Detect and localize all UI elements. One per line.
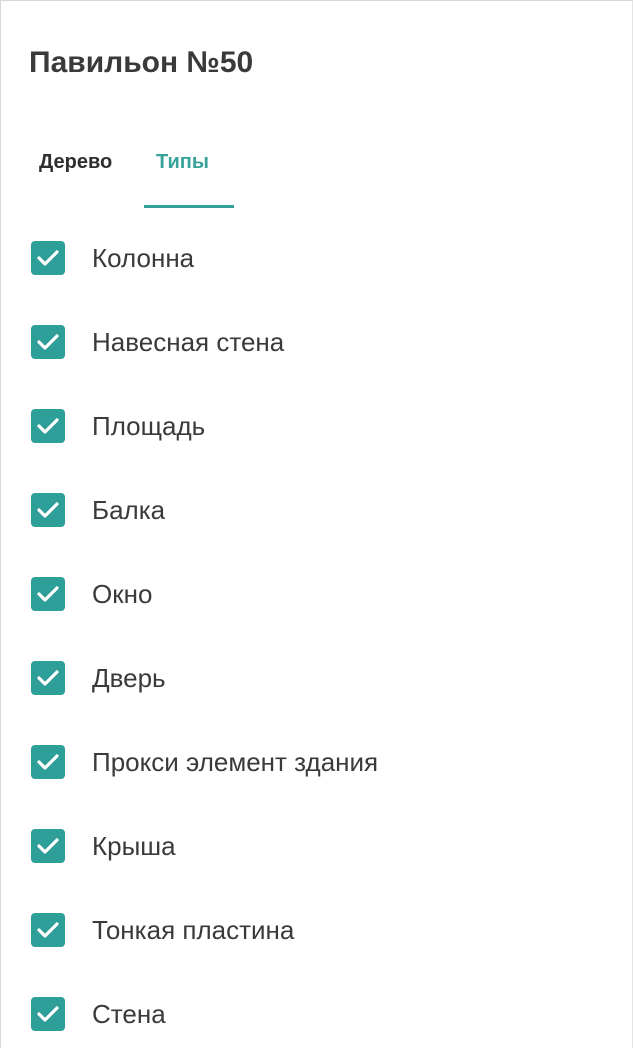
checkbox[interactable] xyxy=(31,493,65,527)
checkbox[interactable] xyxy=(31,577,65,611)
types-panel: Павильон №50 Дерево Типы Колонна Навесна… xyxy=(0,0,633,1048)
type-item-area[interactable]: Площадь xyxy=(31,385,591,469)
checkbox[interactable] xyxy=(31,829,65,863)
checkmark-icon xyxy=(37,1006,59,1022)
type-item-curtain-wall[interactable]: Навесная стена xyxy=(31,301,591,385)
type-item-roof[interactable]: Крыша xyxy=(31,805,591,889)
type-label: Колонна xyxy=(92,243,195,273)
checkmark-icon xyxy=(37,250,59,266)
type-item-wall[interactable]: Стена xyxy=(31,973,591,1057)
type-label: Окно xyxy=(92,579,153,609)
checkbox[interactable] xyxy=(31,325,65,359)
tab-tree[interactable]: Дерево xyxy=(39,144,112,180)
checkbox[interactable] xyxy=(31,241,65,275)
type-label: Прокси элемент здания xyxy=(92,747,379,777)
tab-types[interactable]: Типы xyxy=(156,144,209,180)
type-label: Тонкая пластина xyxy=(92,915,295,945)
type-item-building-element-proxy[interactable]: Прокси элемент здания xyxy=(31,721,591,805)
checkbox[interactable] xyxy=(31,913,65,947)
type-item-column[interactable]: Колонна xyxy=(31,217,591,301)
type-item-door[interactable]: Дверь xyxy=(31,637,591,721)
checkmark-icon xyxy=(37,838,59,854)
checkmark-icon xyxy=(37,418,59,434)
active-tab-indicator xyxy=(144,205,234,208)
type-label: Навесная стена xyxy=(92,327,285,357)
panel-title: Павильон №50 xyxy=(29,46,254,79)
type-label: Крыша xyxy=(92,831,176,861)
checkbox[interactable] xyxy=(31,997,65,1031)
checkbox[interactable] xyxy=(31,661,65,695)
type-label: Площадь xyxy=(92,411,206,441)
checkbox[interactable] xyxy=(31,745,65,779)
type-item-beam[interactable]: Балка xyxy=(31,469,591,553)
checkmark-icon xyxy=(37,334,59,350)
checkmark-icon xyxy=(37,922,59,938)
type-label: Балка xyxy=(92,495,166,525)
tab-bar: Дерево Типы xyxy=(39,144,299,210)
checkmark-icon xyxy=(37,670,59,686)
type-label: Стена xyxy=(92,999,166,1029)
type-item-window[interactable]: Окно xyxy=(31,553,591,637)
type-label: Дверь xyxy=(92,663,166,693)
checkmark-icon xyxy=(37,502,59,518)
checkmark-icon xyxy=(37,586,59,602)
checkbox[interactable] xyxy=(31,409,65,443)
type-item-plate[interactable]: Тонкая пластина xyxy=(31,889,591,973)
checkmark-icon xyxy=(37,754,59,770)
